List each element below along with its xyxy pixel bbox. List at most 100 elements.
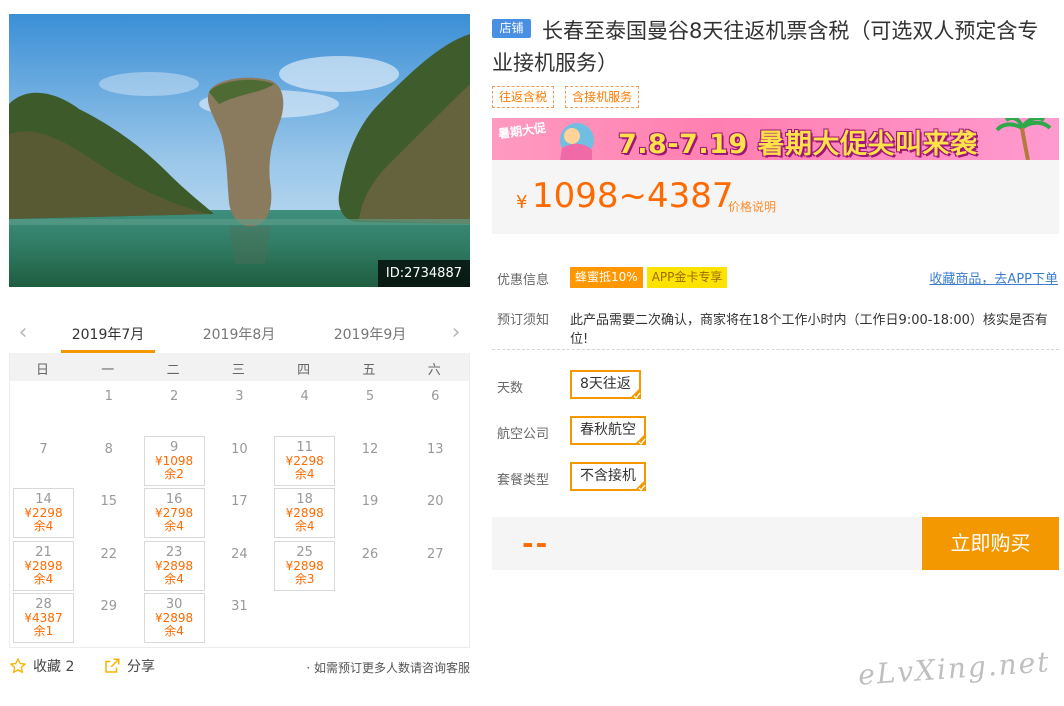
notice-label: 预订须知 xyxy=(497,313,550,328)
calendar-day-number: 5 xyxy=(365,389,375,404)
option-label-airline: 航空公司 xyxy=(497,427,550,442)
calendar-day-available[interactable]: 16 ¥2798 余4 xyxy=(143,488,205,538)
section-divider xyxy=(492,349,1059,350)
option-days[interactable]: 8天往返 xyxy=(570,370,641,399)
favorite-button[interactable]: 收藏 2 xyxy=(9,656,74,676)
calendar-day-stock: 余4 xyxy=(164,519,184,533)
calendar-day: 27 xyxy=(405,541,466,591)
promo-text: 7.8-7.19 暑期大促尖叫来袭 xyxy=(618,129,978,160)
selected-check-icon xyxy=(634,433,646,445)
product-title: 长春至泰国曼谷8天往返机票含税（可选双人预定含专业接机服务） xyxy=(492,19,1039,75)
calendar-day: 26 xyxy=(340,541,401,591)
calendar-day-stock: 余4 xyxy=(164,571,184,586)
weekday-label: 五 xyxy=(362,363,376,378)
calendar-day-price: ¥1098 xyxy=(155,453,194,468)
calendar-day: 24 xyxy=(209,541,270,591)
calendar-month-tabs: ‹ 2019年7月 2019年8月 2019年9月 › xyxy=(9,316,470,353)
calendar-day-number: 16 xyxy=(165,492,183,507)
calendar-day-number: 11 xyxy=(296,439,313,455)
option-package[interactable]: 不含接机 xyxy=(570,462,646,491)
calendar-day-price: ¥2298 xyxy=(285,453,324,468)
option-label-package: 套餐类型 xyxy=(497,473,550,488)
calendar-day-available[interactable]: 25 ¥2898 余3 xyxy=(274,540,336,591)
photo-id-label: ID:2734887 xyxy=(377,260,470,287)
calendar-day: 19 xyxy=(340,488,401,538)
product-actions-bar: 收藏 2 分享 · 如需预订更多人数请咨询客服 xyxy=(9,656,470,680)
calendar-day-price: ¥2898 xyxy=(285,558,324,573)
price-currency: ¥ xyxy=(516,192,528,213)
calendar-day-available[interactable]: 9 ¥1098 余2 xyxy=(143,435,205,486)
calendar-day-available[interactable]: 21 ¥2898 余4 xyxy=(13,540,74,591)
tag-airport-pickup: 含接机服务 xyxy=(565,86,640,108)
option-airline-value: 春秋航空 xyxy=(580,422,636,438)
option-package-value: 不含接机 xyxy=(580,468,636,484)
offers-label: 优惠信息 xyxy=(497,273,550,288)
calendar-day-number: 18 xyxy=(296,492,313,507)
calendar-day-stock: 余4 xyxy=(294,519,315,533)
calendar-day-available[interactable]: 28 ¥4387 余1 xyxy=(13,593,74,643)
weekday-label: 三 xyxy=(231,363,245,378)
calendar-day: 6 xyxy=(405,383,466,433)
consult-note: · 如需预订更多人数请咨询客服 xyxy=(306,661,470,675)
calendar-day-number: 2 xyxy=(169,389,179,404)
chevron-left-icon[interactable]: ‹ xyxy=(13,322,33,346)
calendar-day-available[interactable]: 11 ¥2298 余4 xyxy=(274,435,336,486)
buy-now-button[interactable]: 立即购买 xyxy=(922,517,1059,570)
weekday-label: 六 xyxy=(427,363,441,378)
calendar-day-available[interactable]: 14 ¥2298 余4 xyxy=(13,488,74,538)
calendar-day: 1 xyxy=(78,383,139,433)
calendar-day-number: 24 xyxy=(231,546,248,562)
site-watermark: eLvXing.net xyxy=(857,645,1052,692)
calendar-day: 8 xyxy=(78,436,139,486)
calendar-day-stock: 余3 xyxy=(294,571,315,586)
calendar-day-stock: 余2 xyxy=(164,466,184,481)
tag-round-trip-tax: 往返含税 xyxy=(492,86,555,108)
calendar-day-available[interactable]: 30 ¥2898 余4 xyxy=(143,593,205,643)
calendar-day-number: 1 xyxy=(104,389,113,404)
share-button[interactable]: 分享 xyxy=(103,656,155,676)
calendar-day-stock: 余1 xyxy=(33,624,54,638)
price-panel: ¥ 1098~4387 价格说明 xyxy=(492,160,1059,234)
calendar-day-stock: 余4 xyxy=(294,466,315,481)
chevron-right-icon[interactable]: › xyxy=(446,322,466,346)
promo-banner[interactable]: 暑期大促 7.8-7.19 暑期大促尖叫来袭 xyxy=(492,118,1059,160)
calendar-day-number: 6 xyxy=(431,389,440,404)
favorite-app-link[interactable]: 收藏商品，去APP下单 xyxy=(929,268,1058,287)
calendar-day-available[interactable]: 18 ¥2898 余4 xyxy=(274,488,336,538)
shop-badge[interactable]: 店铺 xyxy=(492,19,531,38)
selected-check-icon xyxy=(628,387,641,399)
calendar-day: 3 xyxy=(209,383,270,433)
tab-month-august[interactable]: 2019年8月 xyxy=(192,324,286,344)
calendar-day-number: 14 xyxy=(35,492,52,507)
calendar-day-available[interactable]: 23 ¥2898 余4 xyxy=(143,540,205,591)
calendar-day: 2 xyxy=(144,383,205,433)
calendar-day-stock: 余4 xyxy=(33,519,54,533)
calendar-day-number: 29 xyxy=(100,599,118,614)
app-gold-card-badge: APP金卡专享 xyxy=(646,267,728,288)
selected-check-icon xyxy=(634,479,646,491)
option-airline[interactable]: 春秋航空 xyxy=(570,416,646,445)
weekday-label: 日 xyxy=(35,363,49,378)
calendar-day-number: 12 xyxy=(361,441,379,457)
product-tags: 往返含税 含接机服务 xyxy=(492,86,645,108)
calendar-day: 5 xyxy=(340,383,401,433)
price-explanation-link[interactable]: 价格说明 xyxy=(728,198,776,215)
calendar-day-number: 15 xyxy=(100,494,118,509)
calendar-day-number: 19 xyxy=(361,494,379,509)
tab-month-july[interactable]: 2019年7月 xyxy=(61,324,155,344)
notice-text: 此产品需要二次确认，商家将在18个工作小时内（工作日9:00-18:00）核实是… xyxy=(570,313,1048,347)
calendar-day-number: 23 xyxy=(165,544,183,560)
calendar-day-number: 13 xyxy=(427,441,444,457)
calendar-day-number: 25 xyxy=(296,544,313,560)
product-photo[interactable]: ID:2734887 xyxy=(9,14,470,287)
calendar-day-number: 22 xyxy=(100,546,118,562)
calendar-day: 15 xyxy=(78,488,139,538)
offer-badges: 蜂蜜抵10% APP金卡专享 xyxy=(570,266,731,288)
calendar-day-stock: 余4 xyxy=(33,571,54,586)
calendar-day-stock: 余4 xyxy=(164,624,184,638)
purchase-bar: -- 立即购买 xyxy=(492,517,1059,570)
weekday-label: 二 xyxy=(166,363,180,378)
calendar-weekday-header: 日一二三四五六 xyxy=(10,353,469,381)
tab-month-september[interactable]: 2019年9月 xyxy=(323,324,417,344)
calendar-day: 17 xyxy=(209,488,270,538)
